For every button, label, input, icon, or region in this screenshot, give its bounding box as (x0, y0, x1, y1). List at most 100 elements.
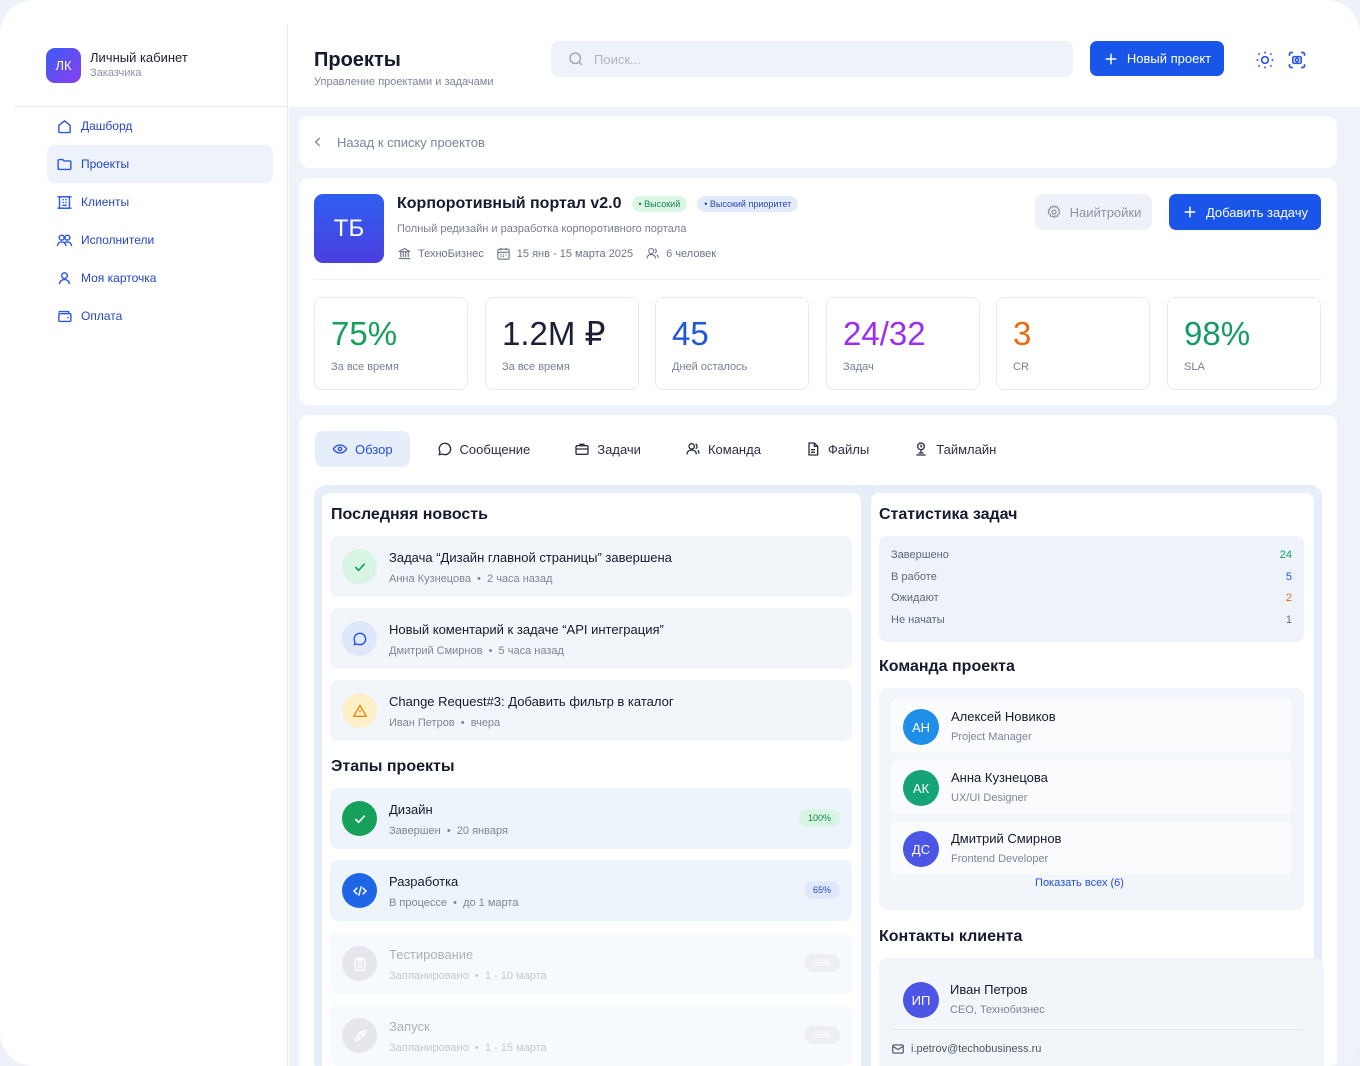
brand-title: Личный кабинет (90, 50, 188, 65)
sidebar-item-label: Моя карточка (81, 271, 157, 285)
back-to-projects-link[interactable]: Назад к списку проектов (299, 116, 1337, 168)
stat-card-progress: 75% За все время (314, 297, 468, 390)
project-description: Полный редизайн и разработка корпоротивн… (397, 223, 687, 235)
task-stat-row: Завершено 24 (891, 549, 1292, 571)
team-box: АН Алексей Новиков Project Manager АК Ан… (879, 688, 1304, 910)
stages-title: Этапы проекты (331, 758, 455, 775)
news-author: Дмитрий Смирнов (389, 645, 483, 657)
sidebar-item-dashboard[interactable]: Дашборд (47, 107, 273, 145)
member-role: Project Manager (951, 731, 1032, 743)
news-title: Последняя новость (331, 506, 488, 523)
sidebar-item-payment[interactable]: Оплата (47, 297, 273, 335)
stage-item[interactable]: Разработка В процессе • до 1 марта 65% (330, 860, 852, 921)
stage-name: Запуск (389, 1019, 430, 1034)
mail-icon (892, 1044, 904, 1054)
stage-icon-wrap (342, 801, 377, 836)
stage-item[interactable]: Дизайн Завершен • 20 января 100% (330, 788, 852, 849)
stage-item[interactable]: Тестирование Запланировано • 1 - 10 март… (330, 933, 852, 994)
rocket-icon (354, 1029, 366, 1041)
stat-label: За все время (331, 361, 399, 373)
stage-meta: Запланировано • 1 - 15 марта (389, 1042, 547, 1054)
stage-icon-wrap (342, 946, 377, 981)
team-member[interactable]: АН Алексей Новиков Project Manager (891, 699, 1292, 753)
sun-icon[interactable] (1255, 50, 1275, 70)
stage-date: 1 - 10 марта (484, 970, 547, 982)
stage-meta: В процессе • до 1 марта (389, 897, 519, 909)
team-member[interactable]: ДС Дмитрий Смирнов Frontend Developer (891, 821, 1292, 875)
news-icon-wrap (342, 693, 377, 728)
stage-percent-badge: 100% (798, 809, 840, 827)
news-meta: Иван Петров • вчера (389, 717, 501, 729)
member-role: UX/UI Designer (951, 792, 1028, 804)
add-task-button[interactable]: Добавить задачу (1169, 194, 1321, 230)
sidebar-nav: Дашборд Проекты Клиенты Исполнители Моя … (47, 107, 273, 335)
camera-icon[interactable] (1287, 50, 1307, 70)
task-stat-label: В работе (891, 570, 937, 583)
sidebar-item-label: Клиенты (81, 195, 130, 209)
news-icon-wrap (342, 621, 377, 656)
sidebar-item-label: Исполнители (81, 233, 155, 247)
tab-bar: Обзор Сообщение Задачи Команда Файлы Тай… (315, 431, 1023, 467)
right-column: Статистика задач Завершено 24 В работе 5… (871, 493, 1324, 1066)
news-item[interactable]: Новый коментарий к задаче “API интеграци… (330, 608, 852, 669)
tab-overview[interactable]: Обзор (315, 431, 410, 467)
brand: ЛК Личный кабинет Заказчика (46, 48, 188, 83)
tab-tasks[interactable]: Задачи (557, 431, 658, 467)
stat-card-cr: 3 CR (996, 297, 1150, 390)
message-icon (437, 442, 451, 456)
new-project-button[interactable]: Новый проект (1090, 41, 1224, 76)
project-people: 6 человек (666, 247, 717, 260)
news-time: 2 часа назад (487, 573, 553, 585)
settings-button[interactable]: Наийтройки (1035, 194, 1152, 230)
show-all-link[interactable]: Показать всех (6) (879, 877, 1280, 889)
avatar: АН (903, 709, 939, 745)
divider (314, 279, 1322, 280)
project-client: ТехноБизнес (418, 247, 484, 260)
news-author: Анна Кузнецова (389, 573, 471, 585)
sidebar-item-projects[interactable]: Проекты (47, 145, 273, 183)
contact-email[interactable]: i.petrov@techobusiness.ru (891, 1042, 1041, 1056)
tab-files[interactable]: Файлы (788, 431, 886, 467)
clipboard-icon (354, 956, 365, 971)
avatar: АК (903, 770, 939, 806)
stage-date: 20 января (456, 825, 508, 837)
new-project-label: Новый проект (1126, 51, 1212, 66)
search-bar[interactable] (551, 41, 1073, 77)
stat-label: За все время (502, 361, 570, 373)
sidebar-item-label: Проекты (81, 157, 130, 171)
tab-messages[interactable]: Сообщение (420, 431, 548, 467)
task-stats-box: Завершено 24 В работе 5 Ожидают 2 Не нач… (879, 536, 1304, 642)
bank-icon (398, 247, 411, 260)
stage-icon-wrap (342, 873, 377, 908)
stage-status: Запланировано (389, 970, 469, 982)
stat-card-budget: 1.2M ₽ За все время (485, 297, 639, 390)
search-input[interactable] (594, 51, 1034, 67)
stage-icon-wrap (342, 1018, 377, 1053)
stage-percent-badge: 65% (803, 1026, 840, 1044)
stat-value: 75% (331, 315, 398, 352)
sidebar-item-performers[interactable]: Исполнители (47, 221, 273, 259)
tab-timeline[interactable]: Таймлайн (896, 431, 1013, 467)
team-member[interactable]: АК Анна Кузнецова UX/UI Designer (891, 760, 1292, 814)
news-icon-wrap (342, 549, 377, 584)
news-item[interactable]: Задача “Дизайн главной страницы” заверше… (330, 536, 852, 597)
main-area: Проекты Управление проектами и задачами … (289, 24, 1360, 1066)
sidebar-item-clients[interactable]: Клиенты (47, 183, 273, 221)
sidebar-item-my-card[interactable]: Моя карточка (47, 259, 273, 297)
tab-team[interactable]: Команда (668, 431, 778, 467)
stat-card-days-left: 45 Дней осталось (655, 297, 809, 390)
app-window: ЛК Личный кабинет Заказчика Дашборд Прое… (0, 0, 1360, 1066)
divider (891, 1029, 1303, 1030)
building-icon (57, 195, 72, 209)
stage-status: Запланировано (389, 1042, 469, 1054)
task-stat-label: Не начаты (891, 613, 945, 626)
stage-name: Дизайн (389, 802, 433, 817)
stat-label: Дней осталось (672, 361, 748, 373)
task-stat-row: В работе 5 (891, 571, 1292, 593)
news-time: вчера (470, 717, 501, 729)
stage-item[interactable]: Запуск Запланировано • 1 - 15 марта 65% (330, 1005, 852, 1066)
wallet-icon (58, 310, 72, 322)
overview-panel: Последняя новость Задача “Дизайн главной… (314, 485, 1324, 1066)
brand-logo: ЛК (46, 48, 81, 83)
news-item[interactable]: Change Request#3: Добавить фильтр в ката… (330, 680, 852, 741)
